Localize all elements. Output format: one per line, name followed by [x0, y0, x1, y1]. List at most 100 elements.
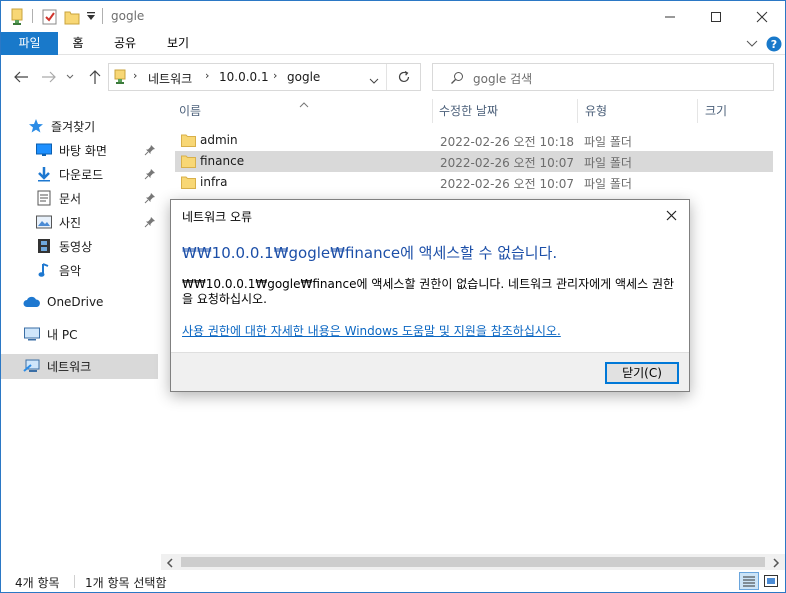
nav-item-onedrive[interactable]: OneDrive	[23, 290, 103, 314]
nav-item-downloads[interactable]: 다운로드	[35, 162, 103, 186]
folder-icon	[181, 154, 196, 168]
address-bar[interactable]: › 네트워크 › 10.0.0.1 › gogle	[108, 63, 421, 91]
search-input[interactable]: gogle 검색	[473, 70, 532, 87]
up-arrow-icon[interactable]	[85, 67, 105, 87]
dialog-help-link[interactable]: 사용 권한에 대한 자세한 내용은 Windows 도움말 및 지원을 참조하십…	[182, 322, 561, 339]
column-divider[interactable]	[432, 99, 433, 123]
breadcrumb-separator-icon: ›	[273, 69, 278, 82]
file-date: 2022-02-26 오전 10:07	[440, 177, 575, 191]
breadcrumb-separator-icon: ›	[133, 69, 138, 82]
tab-file[interactable]: 파일	[1, 32, 58, 55]
pin-icon[interactable]	[144, 144, 156, 156]
nav-label-quick-access: 즐겨찾기	[51, 119, 96, 134]
title-separator	[102, 8, 103, 24]
pin-icon[interactable]	[144, 168, 156, 180]
file-name: infra	[200, 175, 228, 189]
file-date: 2022-02-26 오전 10:07	[440, 156, 575, 170]
column-header-modified[interactable]: 수정한 날짜	[439, 99, 498, 125]
quick-access-dropdown-icon[interactable]	[86, 10, 96, 28]
search-box[interactable]: gogle 검색	[432, 63, 774, 91]
folder-icon	[181, 175, 196, 189]
scrollbar-thumb[interactable]	[181, 557, 765, 567]
address-divider	[386, 64, 387, 90]
nav-label-onedrive: OneDrive	[47, 295, 104, 309]
cloud-icon	[23, 293, 41, 311]
horizontal-scrollbar[interactable]	[161, 554, 785, 570]
column-header-type[interactable]: 유형	[585, 99, 607, 125]
dialog-footer: 닫기(C)	[171, 352, 689, 391]
ribbon-tabs: 파일 홈 공유 보기 ?	[1, 32, 785, 55]
nav-label-documents: 문서	[59, 191, 82, 206]
star-icon	[27, 117, 45, 135]
refresh-icon[interactable]	[397, 70, 411, 87]
file-type: 파일 폴더	[584, 156, 632, 170]
nav-item-this-pc[interactable]: 내 PC	[23, 322, 77, 346]
nav-label-this-pc: 내 PC	[47, 327, 78, 342]
minimize-button[interactable]	[647, 1, 693, 32]
network-error-dialog: 네트워크 오류 ₩₩10.0.0.1₩gogle₩finance에 액세스할 수…	[170, 199, 690, 392]
close-button[interactable]	[739, 1, 785, 32]
pin-icon[interactable]	[144, 216, 156, 228]
column-divider[interactable]	[577, 99, 578, 123]
maximize-button[interactable]	[693, 1, 739, 32]
nav-label-pictures: 사진	[59, 215, 82, 230]
new-folder-icon[interactable]	[64, 8, 80, 26]
back-arrow-icon[interactable]	[11, 67, 31, 87]
file-row[interactable]: admin 2022-02-26 오전 10:18 파일 폴더	[175, 130, 773, 151]
nav-item-network[interactable]: 네트워크	[23, 354, 91, 378]
file-type: 파일 폴더	[584, 135, 632, 149]
properties-icon[interactable]	[9, 8, 25, 26]
column-divider[interactable]	[697, 99, 698, 123]
recent-locations-chevron-icon[interactable]	[63, 67, 77, 87]
column-header-name[interactable]: 이름	[179, 99, 201, 125]
nav-item-music[interactable]: 음악	[35, 258, 81, 282]
file-row-selected[interactable]: finance 2022-02-26 오전 10:07 파일 폴더	[175, 151, 773, 172]
nav-item-quick-access[interactable]: 즐겨찾기	[27, 114, 95, 138]
desktop-icon	[35, 141, 53, 159]
window-title: gogle	[111, 9, 145, 23]
file-row[interactable]: infra 2022-02-26 오전 10:07 파일 폴더	[175, 172, 773, 193]
nav-item-documents[interactable]: 문서	[35, 186, 81, 210]
dialog-title: 네트워크 오류	[182, 210, 253, 224]
scroll-left-icon[interactable]	[166, 557, 174, 571]
breadcrumb-host[interactable]: 10.0.0.1	[219, 70, 269, 84]
dialog-body-text: ₩₩10.0.0.1₩gogle₩finance에 액세스할 권한이 없습니다.…	[182, 277, 675, 306]
breadcrumb-network[interactable]: 네트워크	[148, 70, 192, 87]
details-view-icon[interactable]	[739, 572, 759, 590]
nav-label-downloads: 다운로드	[59, 167, 104, 182]
status-divider	[74, 575, 75, 588]
nav-item-desktop[interactable]: 바탕 화면	[35, 138, 107, 162]
breadcrumb-share[interactable]: gogle	[287, 70, 320, 84]
nav-label-videos: 동영상	[59, 239, 93, 254]
quick-access-separator	[32, 9, 33, 23]
tab-home[interactable]: 홈	[65, 32, 91, 55]
film-icon	[35, 237, 53, 255]
status-item-count: 4개 항목	[15, 576, 60, 590]
computer-icon	[23, 325, 41, 343]
forward-arrow-icon[interactable]	[39, 67, 59, 87]
pictures-icon	[35, 213, 53, 231]
large-icons-view-icon[interactable]	[763, 573, 779, 589]
status-selected-count: 1개 항목 선택함	[85, 576, 167, 590]
pin-icon[interactable]	[144, 192, 156, 204]
column-header-size[interactable]: 크기	[705, 99, 727, 125]
download-arrow-icon	[35, 165, 53, 183]
dialog-close-button[interactable]: 닫기(C)	[605, 362, 679, 384]
music-note-icon	[35, 261, 53, 279]
nav-label-music: 음악	[59, 263, 82, 278]
scroll-right-icon[interactable]	[772, 557, 780, 571]
search-icon	[450, 71, 464, 88]
nav-item-pictures[interactable]: 사진	[35, 210, 81, 234]
nav-label-desktop: 바탕 화면	[59, 143, 107, 158]
ribbon-expand-chevron-icon[interactable]	[746, 38, 758, 52]
network-icon	[23, 357, 41, 375]
checklist-icon[interactable]	[42, 8, 58, 26]
nav-item-videos[interactable]: 동영상	[35, 234, 92, 258]
tab-share[interactable]: 공유	[108, 32, 142, 55]
tab-view[interactable]: 보기	[161, 32, 195, 55]
address-dropdown-chevron-icon[interactable]	[369, 74, 379, 88]
help-icon[interactable]: ?	[766, 36, 782, 55]
dialog-close-icon[interactable]	[661, 205, 681, 225]
address-row: › 네트워크 › 10.0.0.1 › gogle gogle 검색	[1, 55, 785, 99]
document-icon	[35, 189, 53, 207]
